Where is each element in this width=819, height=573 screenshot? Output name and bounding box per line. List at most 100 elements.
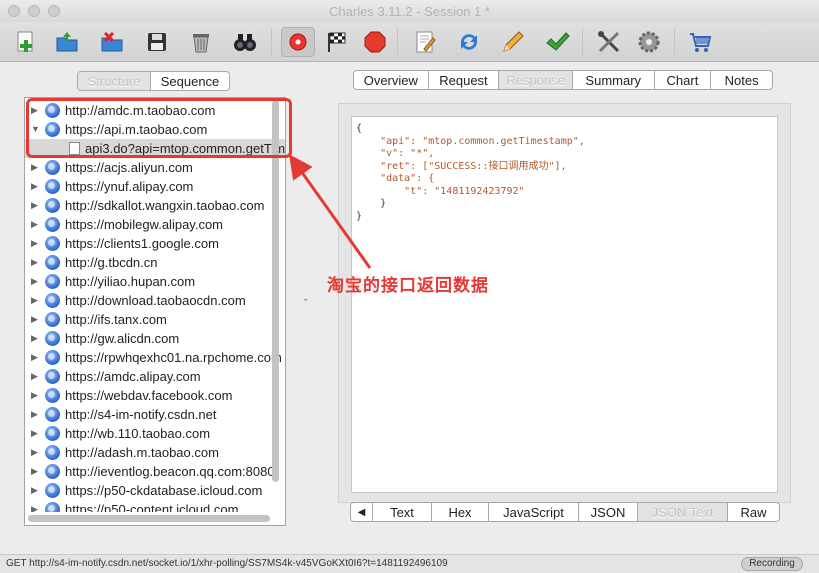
toolbar <box>0 22 819 62</box>
tab-response[interactable]: Response <box>499 71 573 89</box>
disclosure-triangle-icon[interactable]: ▶ <box>31 291 38 310</box>
edit-button[interactable] <box>498 27 528 57</box>
shop-icon <box>690 33 712 52</box>
breakpoints-button[interactable] <box>360 27 390 57</box>
compose-button[interactable] <box>410 27 440 57</box>
repeat-icon <box>461 34 477 50</box>
tree-row[interactable]: ▶ http://download.taobaocdn.com <box>25 291 285 310</box>
tree-row[interactable]: ▶ https://p50-content.icloud.com <box>25 500 285 512</box>
disclosure-triangle-icon[interactable]: ▶ <box>31 272 38 291</box>
tree-row[interactable]: ▶ https://acjs.aliyun.com <box>25 158 285 177</box>
disclosure-triangle-icon[interactable]: ▶ <box>31 196 38 215</box>
tab-structure[interactable]: Structure <box>78 72 152 90</box>
tab-raw[interactable]: Raw <box>728 503 779 521</box>
globe-icon <box>45 160 60 175</box>
charles-window: Charles 3.11.2 - Session 1 * Structure S… <box>0 0 819 573</box>
tree-row[interactable]: ▶ http://sdkallot.wangxin.taobao.com <box>25 196 285 215</box>
recording-badge[interactable]: Recording <box>741 557 803 571</box>
tree-row[interactable]: ▶ http://gw.alicdn.com <box>25 329 285 348</box>
globe-icon <box>45 274 60 289</box>
shop-button[interactable] <box>685 27 715 57</box>
tree-row[interactable]: ▶ https://ynuf.alipay.com <box>25 177 285 196</box>
tools-icon <box>598 31 620 53</box>
tree-row[interactable]: ▶ http://ieventlog.beacon.qq.com:8080 <box>25 462 285 481</box>
code-line: "api": "mtop.common.getTimestamp", <box>356 135 585 147</box>
disclosure-triangle-icon[interactable]: ▶ <box>31 481 38 500</box>
toolbar-separator <box>271 28 272 56</box>
disclosure-triangle-icon[interactable]: ▶ <box>31 158 38 177</box>
disclosure-triangle-icon[interactable]: ▶ <box>31 177 38 196</box>
disclosure-triangle-icon[interactable]: ▶ <box>31 386 38 405</box>
tree-row[interactable]: ▶ https://rpwhqexhc01.na.rpchome.com <box>25 348 285 367</box>
disclosure-triangle-icon[interactable]: ▶ <box>31 500 38 512</box>
toolbar-separator <box>397 28 398 56</box>
close-session-icon <box>101 31 123 52</box>
disclosure-triangle-icon[interactable]: ▶ <box>31 405 38 424</box>
host-tree: ▶ http://amdc.m.taobao.com ▼ https://api.m… <box>24 97 286 526</box>
disclosure-triangle-icon[interactable]: ▶ <box>31 443 38 462</box>
validate-button[interactable] <box>542 27 572 57</box>
settings-button[interactable] <box>634 27 664 57</box>
tab-summary[interactable]: Summary <box>573 71 655 89</box>
tab-overview[interactable]: Overview <box>354 71 429 89</box>
disclosure-triangle-icon[interactable]: ▶ <box>31 348 38 367</box>
find-button[interactable] <box>230 27 260 57</box>
tree-row[interactable]: ▶ http://ifs.tanx.com <box>25 310 285 329</box>
record-button[interactable] <box>281 27 315 57</box>
repeat-button[interactable] <box>454 27 484 57</box>
disclosure-triangle-icon[interactable]: ▶ <box>31 462 38 481</box>
close-session-button[interactable] <box>97 27 127 57</box>
tree-row[interactable]: ▶ https://clients1.google.com <box>25 234 285 253</box>
disclosure-triangle-icon[interactable]: ▶ <box>31 424 38 443</box>
globe-icon <box>45 369 60 384</box>
tree-row[interactable]: ▶ http://yiliao.hupan.com <box>25 272 285 291</box>
tree-row[interactable]: ▶ https://webdav.facebook.com <box>25 386 285 405</box>
tree-horizontal-scrollbar[interactable] <box>28 515 270 522</box>
pane-splitter[interactable]: ˆ <box>304 298 308 310</box>
tab-chart[interactable]: Chart <box>655 71 712 89</box>
clear-session-button[interactable] <box>186 27 216 57</box>
tab-previous[interactable]: ◀ <box>351 503 373 521</box>
globe-icon <box>45 198 60 213</box>
tree-row[interactable]: ▶ http://adash.m.taobao.com <box>25 443 285 462</box>
disclosure-triangle-icon[interactable]: ▶ <box>31 253 38 272</box>
save-session-button[interactable] <box>142 27 172 57</box>
tree-row[interactable]: ▶ https://mobilegw.alipay.com <box>25 215 285 234</box>
globe-icon <box>45 255 60 270</box>
throttle-button[interactable] <box>322 27 352 57</box>
tools-button[interactable] <box>594 27 624 57</box>
view-mode-tabs: Structure Sequence <box>77 71 230 91</box>
disclosure-triangle-icon[interactable]: ▶ <box>31 234 38 253</box>
find-icon <box>234 34 256 51</box>
tab-sequence[interactable]: Sequence <box>151 72 229 90</box>
tree-row[interactable]: ▶ https://amdc.alipay.com <box>25 367 285 386</box>
disclosure-triangle-icon[interactable]: ▶ <box>31 215 38 234</box>
tab-notes[interactable]: Notes <box>711 71 772 89</box>
tab-json-text[interactable]: JSON Text <box>638 503 728 521</box>
settings-icon <box>638 31 660 53</box>
globe-icon <box>45 331 60 346</box>
tree-row[interactable]: ▶ https://p50-ckdatabase.icloud.com <box>25 481 285 500</box>
tab-hex[interactable]: Hex <box>432 503 489 521</box>
status-bar: GET http://s4-im-notify.csdn.net/socket.… <box>0 554 819 573</box>
globe-icon <box>45 464 60 479</box>
globe-icon <box>45 350 60 365</box>
tree-row[interactable]: ▶ http://wb.110.taobao.com <box>25 424 285 443</box>
new-session-icon <box>17 31 33 52</box>
globe-icon <box>45 407 60 422</box>
tab-json[interactable]: JSON <box>579 503 638 521</box>
tree-row[interactable]: ▶ http://s4-im-notify.csdn.net <box>25 405 285 424</box>
disclosure-triangle-icon[interactable]: ▶ <box>31 310 38 329</box>
tab-text[interactable]: Text <box>373 503 432 521</box>
disclosure-triangle-icon[interactable]: ▶ <box>31 367 38 386</box>
tab-request[interactable]: Request <box>429 71 500 89</box>
title-bar: Charles 3.11.2 - Session 1 * <box>0 0 819 22</box>
globe-icon <box>45 502 60 512</box>
tab-javascript[interactable]: JavaScript <box>489 503 579 521</box>
tree-row[interactable]: ▶ http://g.tbcdn.cn <box>25 253 285 272</box>
disclosure-triangle-icon[interactable]: ▶ <box>31 329 38 348</box>
status-text: GET http://s4-im-notify.csdn.net/socket.… <box>6 558 448 569</box>
code-line: { <box>356 123 363 134</box>
new-session-button[interactable] <box>11 27 41 57</box>
open-session-button[interactable] <box>52 27 82 57</box>
